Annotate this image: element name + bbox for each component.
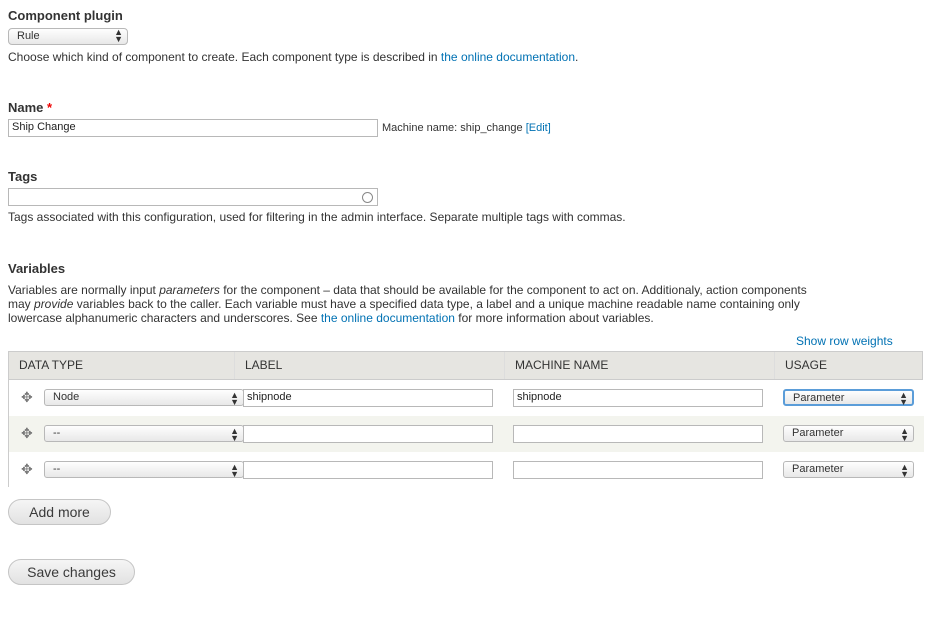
machine-name-input[interactable]: [513, 461, 763, 479]
column-header-data-type: DATA TYPE: [9, 352, 235, 379]
usage-select[interactable]: Parameter ▲ ▼: [783, 425, 914, 443]
variables-desc-line-1: Variables are normally input parameters …: [8, 283, 923, 297]
required-marker: *: [47, 100, 53, 115]
select-arrows-icon: ▲ ▼: [230, 426, 239, 443]
show-row-weights-link[interactable]: Show row weights: [796, 334, 893, 348]
table-row: ✥ -- ▲ ▼ Parameter ▲ ▼: [9, 452, 924, 488]
data-type-select[interactable]: -- ▲ ▼: [44, 425, 244, 443]
label-input[interactable]: [243, 425, 493, 443]
desc-text: may: [8, 297, 35, 311]
table-header: DATA TYPE LABEL MACHINE NAME USAGE: [9, 352, 922, 380]
machine-name-edit-link[interactable]: [Edit]: [526, 122, 551, 134]
machine-name-input[interactable]: shipnode: [513, 389, 763, 407]
autocomplete-throbber-icon: [362, 192, 373, 203]
usage-select[interactable]: Parameter ▲ ▼: [783, 389, 914, 407]
machine-name-input-value: shipnode: [517, 391, 562, 403]
desc-text: variables back to the caller. Each varia…: [73, 297, 800, 311]
data-type-selected: --: [53, 427, 61, 439]
select-arrows-icon: ▲ ▼: [899, 390, 908, 407]
usage-selected: Parameter: [792, 463, 844, 475]
component-plugin-desc-end: .: [575, 50, 579, 64]
select-arrows-icon: ▲ ▼: [230, 462, 239, 479]
desc-text: lowercase alphanumeric characters and un…: [8, 311, 321, 325]
name-input-value: Ship Change: [12, 121, 76, 133]
tags-input[interactable]: [8, 188, 378, 206]
variables-documentation-link[interactable]: the online documentation: [321, 311, 455, 325]
data-type-selected: Node: [53, 391, 80, 403]
desc-text: for more information about variables.: [454, 311, 654, 325]
component-plugin-desc-text: Choose which kind of component to create…: [8, 50, 441, 64]
component-plugin-selected: Rule: [17, 30, 40, 42]
add-more-button[interactable]: Add more: [8, 499, 111, 525]
select-arrows-icon: ▲ ▼: [230, 390, 239, 407]
variables-table: DATA TYPE LABEL MACHINE NAME USAGE ✥ Nod…: [8, 351, 924, 488]
save-changes-button[interactable]: Save changes: [8, 559, 135, 585]
variables-desc-line-3: lowercase alphanumeric characters and un…: [8, 311, 923, 325]
drag-handle-icon[interactable]: ✥: [21, 389, 33, 406]
machine-name-input[interactable]: [513, 425, 763, 443]
column-header-label: LABEL: [235, 352, 505, 379]
label-input-value: shipnode: [247, 391, 292, 403]
usage-selected: Parameter: [793, 392, 845, 404]
usage-selected: Parameter: [792, 427, 844, 439]
select-arrows-icon: ▲ ▼: [900, 462, 909, 479]
drag-handle-icon[interactable]: ✥: [21, 425, 33, 442]
online-documentation-link[interactable]: the online documentation: [441, 50, 575, 64]
select-arrows-icon: ▲ ▼: [114, 27, 123, 44]
column-header-usage: USAGE: [785, 358, 828, 372]
component-plugin-select[interactable]: Rule ▲ ▼: [8, 28, 128, 45]
tags-description: Tags associated with this configuration,…: [8, 210, 626, 224]
component-plugin-description: Choose which kind of component to create…: [8, 50, 578, 64]
label-input[interactable]: shipnode: [243, 389, 493, 407]
desc-emphasis: provide: [34, 297, 74, 311]
data-type-select[interactable]: -- ▲ ▼: [44, 461, 244, 479]
table-row: ✥ -- ▲ ▼ Parameter ▲ ▼: [9, 416, 924, 452]
tags-label: Tags: [8, 169, 38, 184]
select-arrows-icon: ▲ ▼: [900, 426, 909, 443]
variables-description: Variables are normally input parameters …: [8, 283, 923, 325]
desc-text: for the component – data that should be …: [219, 283, 807, 297]
machine-name: Machine name: ship_change [Edit]: [382, 121, 551, 135]
desc-emphasis: parameters: [159, 283, 220, 297]
name-input[interactable]: Ship Change: [8, 119, 378, 137]
data-type-select[interactable]: Node ▲ ▼: [44, 389, 244, 407]
usage-select[interactable]: Parameter ▲ ▼: [783, 461, 914, 479]
machine-name-text: Machine name: ship_change: [382, 122, 526, 134]
data-type-selected: --: [53, 463, 61, 475]
column-header-machine-name: MACHINE NAME: [505, 352, 775, 379]
table-row: ✥ Node ▲ ▼ shipnode shipnode Parameter ▲ ▼: [9, 380, 924, 416]
variables-label: Variables: [8, 261, 66, 276]
name-label: Name *: [8, 100, 52, 115]
desc-text: Variables are normally input: [8, 283, 160, 297]
name-label-text: Name: [8, 100, 44, 115]
variables-desc-line-2: may provide variables back to the caller…: [8, 297, 923, 311]
drag-handle-icon[interactable]: ✥: [21, 461, 33, 478]
label-input[interactable]: [243, 461, 493, 479]
component-plugin-label: Component plugin: [8, 8, 123, 23]
